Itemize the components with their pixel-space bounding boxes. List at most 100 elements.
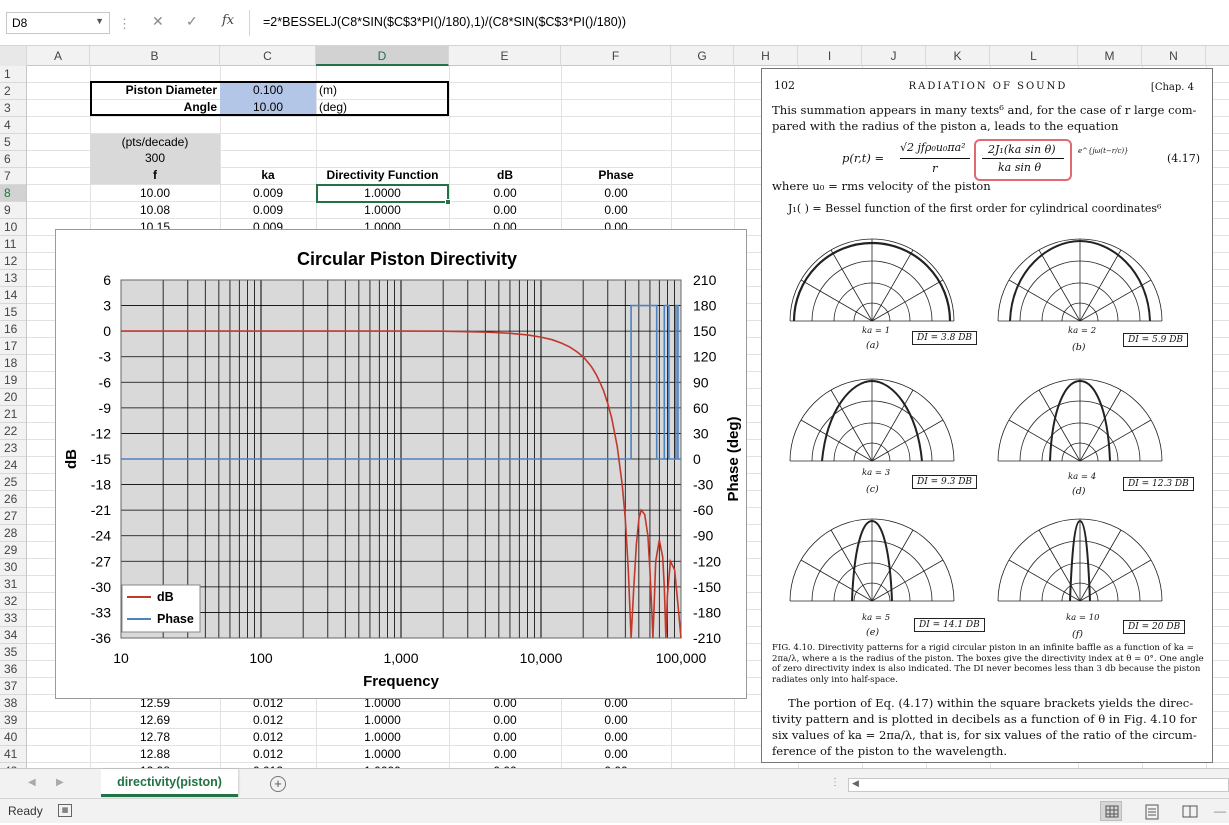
row-header[interactable]: 4 bbox=[0, 117, 26, 134]
col-g[interactable]: G bbox=[671, 46, 734, 66]
row-header[interactable]: 32 bbox=[0, 593, 26, 610]
enter-icon[interactable]: ✓ bbox=[186, 13, 198, 30]
col-m[interactable]: M bbox=[1078, 46, 1142, 66]
row-header[interactable]: 23 bbox=[0, 440, 26, 457]
prev-sheet-icon[interactable]: ◀ bbox=[28, 777, 36, 788]
cell-phase[interactable]: 0.00 bbox=[561, 712, 671, 729]
row-header[interactable]: 38 bbox=[0, 695, 26, 712]
next-sheet-icon[interactable]: ▶ bbox=[56, 777, 64, 788]
cell-f[interactable]: 10.00 bbox=[90, 185, 220, 202]
cell-f[interactable]: 12.88 bbox=[90, 746, 220, 763]
row-header[interactable]: 7 bbox=[0, 168, 26, 185]
col-k[interactable]: K bbox=[926, 46, 990, 66]
row-header[interactable]: 25 bbox=[0, 474, 26, 491]
cell-db[interactable]: 0.00 bbox=[449, 712, 561, 729]
row-header[interactable]: 1 bbox=[0, 66, 26, 83]
row-header[interactable]: 9 bbox=[0, 202, 26, 219]
col-i[interactable]: I bbox=[798, 46, 862, 66]
col-c[interactable]: C bbox=[220, 46, 316, 66]
col-l[interactable]: L bbox=[990, 46, 1078, 66]
row-header[interactable]: 21 bbox=[0, 406, 26, 423]
cell-directivity[interactable]: 1.0000 bbox=[316, 202, 449, 219]
row-header[interactable]: 37 bbox=[0, 678, 26, 695]
col-d[interactable]: D bbox=[316, 46, 449, 66]
row-header[interactable]: 24 bbox=[0, 457, 26, 474]
select-all-button[interactable] bbox=[0, 46, 27, 66]
formula-input[interactable]: =2*BESSELJ(C8*SIN($C$3*PI()/180),1)/(C8*… bbox=[263, 15, 626, 29]
row-header[interactable]: 3 bbox=[0, 100, 26, 117]
page-layout-view-icon[interactable] bbox=[1140, 801, 1162, 821]
more-options-icon[interactable]: ⋮ bbox=[118, 16, 131, 32]
cell-phase[interactable]: 0.00 bbox=[561, 746, 671, 763]
col-f[interactable]: F bbox=[561, 46, 671, 66]
scroll-left-icon[interactable]: ◀ bbox=[852, 778, 859, 789]
cell-db[interactable]: 0.00 bbox=[449, 185, 561, 202]
row-header[interactable]: 14 bbox=[0, 287, 26, 304]
cell-phase[interactable]: 0.00 bbox=[561, 729, 671, 746]
row-header[interactable]: 19 bbox=[0, 372, 26, 389]
cell-f[interactable]: 10.08 bbox=[90, 202, 220, 219]
cell-directivity[interactable]: 1.0000 bbox=[316, 746, 449, 763]
row-header[interactable]: 6 bbox=[0, 151, 26, 168]
cell-ka[interactable]: 0.009 bbox=[220, 185, 316, 202]
row-header[interactable]: 34 bbox=[0, 627, 26, 644]
textbook-page-image[interactable]: 102 RADIATION OF SOUND [Chap. 4 This sum… bbox=[761, 68, 1213, 763]
row-header[interactable]: 2 bbox=[0, 83, 26, 100]
name-box[interactable]: D8 ▼ bbox=[6, 12, 110, 34]
row-header[interactable]: 39 bbox=[0, 712, 26, 729]
row-header[interactable]: 20 bbox=[0, 389, 26, 406]
col-h[interactable]: H bbox=[734, 46, 798, 66]
cell-phase[interactable]: 0.00 bbox=[561, 202, 671, 219]
row-header[interactable]: 16 bbox=[0, 321, 26, 338]
horizontal-scrollbar[interactable]: ◀ bbox=[848, 778, 1229, 792]
row-header[interactable]: 5 bbox=[0, 134, 26, 151]
row-header[interactable]: 12 bbox=[0, 253, 26, 270]
row-header[interactable]: 29 bbox=[0, 542, 26, 559]
row-header[interactable]: 33 bbox=[0, 610, 26, 627]
row-header[interactable]: 41 bbox=[0, 746, 26, 763]
cancel-icon[interactable]: ✕ bbox=[152, 13, 164, 30]
cell-ka[interactable]: 0.012 bbox=[220, 746, 316, 763]
row-header[interactable]: 30 bbox=[0, 559, 26, 576]
fill-handle[interactable] bbox=[445, 199, 451, 205]
zoom-minus-icon[interactable]: — bbox=[1214, 804, 1226, 818]
row-header[interactable]: 8 bbox=[0, 185, 26, 202]
page-break-view-icon[interactable] bbox=[1178, 801, 1200, 821]
macro-record-icon[interactable]: ▦ bbox=[58, 804, 72, 817]
diameter-value[interactable]: 0.100 bbox=[220, 82, 316, 99]
col-n[interactable]: N bbox=[1142, 46, 1206, 66]
row-header[interactable]: 13 bbox=[0, 270, 26, 287]
row-header[interactable]: 15 bbox=[0, 304, 26, 321]
row-header[interactable]: 26 bbox=[0, 491, 26, 508]
row-header[interactable]: 18 bbox=[0, 355, 26, 372]
cell-db[interactable]: 0.00 bbox=[449, 746, 561, 763]
cell-ka[interactable]: 0.012 bbox=[220, 729, 316, 746]
tab-splitter-icon[interactable]: ⋮ bbox=[830, 777, 840, 788]
col-a[interactable]: A bbox=[27, 46, 90, 66]
insert-function-icon[interactable]: fx bbox=[222, 13, 234, 28]
col-e[interactable]: E bbox=[449, 46, 561, 66]
col-b[interactable]: B bbox=[90, 46, 220, 66]
add-sheet-icon[interactable]: + bbox=[270, 776, 286, 792]
col-j[interactable]: J bbox=[862, 46, 926, 66]
row-header[interactable]: 11 bbox=[0, 236, 26, 253]
cell-directivity[interactable]: 1.0000 bbox=[316, 729, 449, 746]
row-header[interactable]: 31 bbox=[0, 576, 26, 593]
cell-ka[interactable]: 0.012 bbox=[220, 712, 316, 729]
row-header[interactable]: 27 bbox=[0, 508, 26, 525]
sheet-tab-directivity[interactable]: directivity(piston) bbox=[101, 769, 238, 797]
cell-db[interactable]: 0.00 bbox=[449, 202, 561, 219]
cell-f[interactable]: 12.69 bbox=[90, 712, 220, 729]
cell-f[interactable]: 12.78 bbox=[90, 729, 220, 746]
cell-directivity[interactable]: 1.0000 bbox=[316, 712, 449, 729]
cell-db[interactable]: 0.00 bbox=[449, 729, 561, 746]
pts-value[interactable]: 300 bbox=[90, 150, 220, 167]
row-header[interactable]: 36 bbox=[0, 661, 26, 678]
angle-value[interactable]: 10.00 bbox=[220, 99, 316, 116]
row-header[interactable]: 10 bbox=[0, 219, 26, 236]
directivity-chart[interactable]: Circular Piston Directivity 6 3 0 -3 -6 -9 -12… bbox=[55, 229, 747, 699]
normal-view-icon[interactable] bbox=[1100, 801, 1122, 821]
row-header[interactable]: 35 bbox=[0, 644, 26, 661]
row-header[interactable]: 22 bbox=[0, 423, 26, 440]
active-cell-d8[interactable] bbox=[316, 184, 451, 205]
